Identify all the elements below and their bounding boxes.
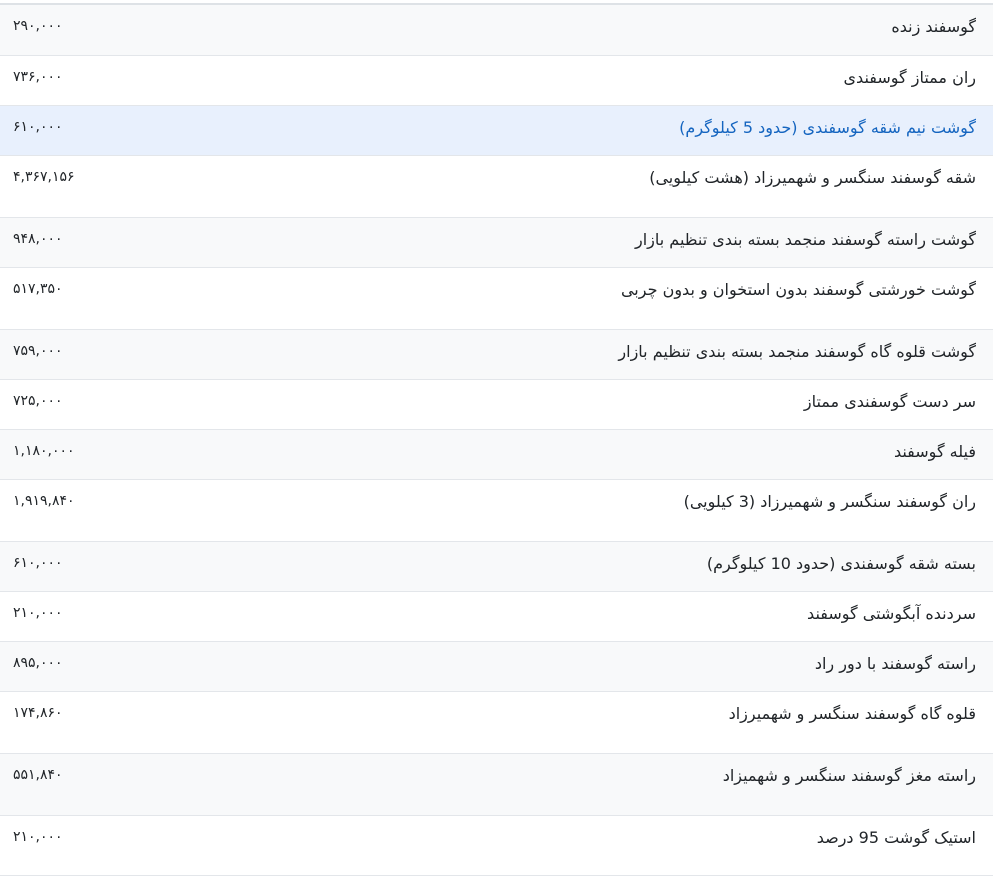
price-cell: ۱,۱۸۰,۰۰۰ — [13, 442, 75, 459]
price-cell: ۶۱۰,۰۰۰ — [13, 118, 63, 135]
product-name-cell: استیک گوشت 95 درصد — [816, 827, 976, 847]
price-cell: ۷۳۶,۰۰۰ — [13, 68, 63, 85]
table-row: ۲۱۰,۰۰۰ استیک گوشت 95 درصد — [0, 815, 993, 875]
product-name-cell: ران ممتاز گوسفندی — [843, 67, 976, 87]
price-cell: ۲۱۰,۰۰۰ — [13, 604, 63, 621]
price-cell: ۵۱۷,۳۵۰ — [13, 280, 63, 297]
table-row: ۲۱۰,۰۰۰ سردنده آبگوشتی گوسفند — [0, 591, 993, 641]
price-cell: ۹۴۸,۰۰۰ — [13, 230, 63, 247]
table-row: ۷۲۵,۰۰۰ سر دست گوسفندی ممتاز — [0, 379, 993, 429]
product-name-cell: بسته شقه گوسفندی (حدود 10 کیلوگرم) — [706, 553, 976, 573]
table-row: ۷۵۹,۰۰۰ گوشت قلوه گاه گوسفند منجمد بسته … — [0, 329, 993, 379]
product-name-cell: سردنده آبگوشتی گوسفند — [807, 603, 976, 623]
table-row: ۲۹۰,۰۰۰ گوسفند زنده — [0, 5, 993, 55]
page: ۲۹۰,۰۰۰ گوسفند زنده ۷۳۶,۰۰۰ ران ممتاز گو… — [0, 3, 993, 895]
product-name-cell: ران گوسفند سنگسر و شهمیرزاد (3 کیلویی) — [683, 491, 976, 511]
price-cell: ۵۵۱,۸۴۰ — [13, 766, 63, 783]
price-cell: ۴,۳۶۷,۱۵۶ — [13, 168, 75, 185]
table-row: ۴,۳۶۷,۱۵۶ شقه گوسفند سنگسر و شهمیرزاد (ه… — [0, 155, 993, 217]
price-cell: ۲۱۰,۰۰۰ — [13, 828, 63, 845]
price-cell: ۷۵۹,۰۰۰ — [13, 342, 63, 359]
table-row: ۱۷۴,۸۶۰ قلوه گاه گوسفند سنگسر و شهمیرزاد — [0, 691, 993, 753]
price-cell: ۶۱۰,۰۰۰ — [13, 554, 63, 571]
price-cell: ۱۷۴,۸۶۰ — [13, 704, 63, 721]
product-name-cell: راسته مغز گوسفند سنگسر و شهمیزاد — [722, 765, 976, 785]
product-name-cell: گوسفند زنده — [891, 17, 976, 36]
price-cell: ۲۹۰,۰۰۰ — [13, 18, 63, 34]
product-name-cell: گوشت راسته گوسفند منجمد بسته بندی تنظیم … — [634, 229, 976, 249]
table-row: ۵۱۷,۳۵۰ گوشت خورشتی گوسفند بدون استخوان … — [0, 267, 993, 329]
table-row-highlighted[interactable]: ۶۱۰,۰۰۰ گوشت نیم شقه گوسفندی (حدود 5 کیل… — [0, 105, 993, 155]
product-name-cell: سر دست گوسفندی ممتاز — [803, 391, 976, 411]
table-row: ۸۹۵,۰۰۰ راسته گوسفند با دور راد — [0, 641, 993, 691]
product-name-cell: قلوه گاه گوسفند سنگسر و شهمیرزاد — [728, 703, 976, 723]
price-table: ۲۹۰,۰۰۰ گوسفند زنده ۷۳۶,۰۰۰ ران ممتاز گو… — [0, 5, 993, 876]
price-cell: ۸۹۵,۰۰۰ — [13, 654, 63, 671]
table-row: ۷۳۶,۰۰۰ ران ممتاز گوسفندی — [0, 55, 993, 105]
table-row: ۱,۱۸۰,۰۰۰ فیله گوسفند — [0, 429, 993, 479]
price-cell: ۷۲۵,۰۰۰ — [13, 392, 63, 409]
table-row: ۵۵۱,۸۴۰ راسته مغز گوسفند سنگسر و شهمیزاد — [0, 753, 993, 815]
product-name-cell: گوشت قلوه گاه گوسفند منجمد بسته بندی تنظ… — [618, 341, 976, 361]
product-name-link[interactable]: گوشت نیم شقه گوسفندی (حدود 5 کیلوگرم) — [163, 105, 993, 155]
product-name-cell: راسته گوسفند با دور راد — [814, 653, 976, 673]
product-name-cell: شقه گوسفند سنگسر و شهمیرزاد (هشت کیلویی) — [649, 167, 976, 187]
product-name-cell: فیله گوسفند — [893, 441, 976, 461]
price-cell: ۱,۹۱۹,۸۴۰ — [13, 492, 75, 509]
table-row: ۱,۹۱۹,۸۴۰ ران گوسفند سنگسر و شهمیرزاد (3… — [0, 479, 993, 541]
table-row: ۶۱۰,۰۰۰ بسته شقه گوسفندی (حدود 10 کیلوگر… — [0, 541, 993, 591]
table-row: ۹۴۸,۰۰۰ گوشت راسته گوسفند منجمد بسته بند… — [0, 217, 993, 267]
product-name-cell: گوشت خورشتی گوسفند بدون استخوان و بدون چ… — [620, 279, 976, 299]
